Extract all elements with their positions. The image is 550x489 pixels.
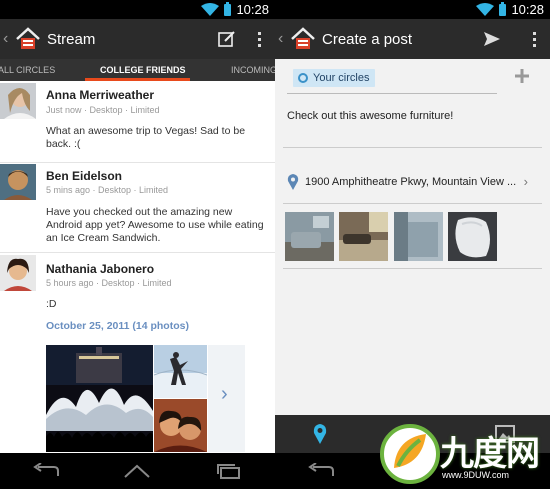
send-icon xyxy=(484,32,500,46)
chevron-right-icon: › xyxy=(221,383,228,405)
create-post-screen: 10:28 ‹ Create a post Your circles Check… xyxy=(275,0,550,489)
attached-photo[interactable] xyxy=(339,212,388,261)
stream-post[interactable]: Nathania Jabonero 5 hours ago · Desktop … xyxy=(0,253,275,453)
watermark-brand: 九度网 xyxy=(440,435,540,473)
post-meta: 5 mins ago · Desktop · Limited xyxy=(46,185,169,195)
nav-recents-icon[interactable] xyxy=(215,463,243,479)
chevron-right-icon: › xyxy=(523,174,528,189)
audience-field[interactable]: Your circles xyxy=(287,66,497,94)
post-text: :D xyxy=(46,298,57,310)
plus-home-icon[interactable] xyxy=(290,26,316,52)
watermark-logo: 九度网 www.9DUW.com xyxy=(380,420,550,486)
status-time: 10:28 xyxy=(511,2,544,17)
album-link[interactable]: October 25, 2011 (14 photos) xyxy=(46,320,189,332)
tab-college-friends[interactable]: COLLEGE FRIENDS xyxy=(100,65,186,75)
nav-back-icon[interactable] xyxy=(32,463,60,479)
plus-home-icon[interactable] xyxy=(15,26,41,52)
location-pin-icon xyxy=(287,174,299,190)
post-text: What an awesome trip to Vegas! Sad to be… xyxy=(46,125,246,150)
up-chevron-icon[interactable]: ‹ xyxy=(3,30,13,48)
location-field[interactable]: 1900 Amphitheatre Pkwy, Mountain View ..… xyxy=(287,170,530,194)
post-text: Have you checked out the amazing new And… xyxy=(46,206,264,244)
circle-tabs: ALL CIRCLES COLLEGE FRIENDS INCOMING xyxy=(0,59,275,81)
location-pin-icon[interactable] xyxy=(313,424,327,444)
attached-photo[interactable] xyxy=(448,212,497,261)
post-meta: 5 hours ago · Desktop · Limited xyxy=(46,278,172,288)
divider xyxy=(283,147,542,148)
divider xyxy=(283,203,542,204)
screen-title: Stream xyxy=(47,30,96,48)
post-author[interactable]: Ben Eidelson xyxy=(46,169,122,183)
circle-chip[interactable]: Your circles xyxy=(293,69,376,87)
action-bar: ‹ Create a post xyxy=(275,19,550,59)
divider xyxy=(283,268,542,269)
battery-icon xyxy=(224,1,232,16)
nav-back-icon[interactable] xyxy=(307,463,335,479)
stream-screen: 10:28 ‹ Stream ALL CIRCLES COLLEGE FRIEN… xyxy=(0,0,275,489)
watermark-leaf-icon xyxy=(380,424,440,484)
action-bar: ‹ Stream xyxy=(0,19,275,59)
add-circle-icon[interactable] xyxy=(514,68,530,84)
nav-home-icon[interactable] xyxy=(123,463,151,479)
tab-all-circles[interactable]: ALL CIRCLES xyxy=(0,65,55,75)
watermark-url: www.9DUW.com xyxy=(442,470,510,480)
battery-icon xyxy=(499,1,507,16)
status-time: 10:28 xyxy=(236,2,269,17)
post-meta: Just now · Desktop · Limited xyxy=(46,105,160,115)
attached-photo[interactable] xyxy=(394,212,443,261)
wifi-icon xyxy=(201,3,220,16)
stream-post[interactable]: Anna Merriweather Just now · Desktop · L… xyxy=(0,81,275,163)
attached-photo[interactable] xyxy=(285,212,334,261)
stream-post[interactable]: Ben Eidelson 5 mins ago · Desktop · Limi… xyxy=(0,163,275,253)
location-text: 1900 Amphitheatre Pkwy, Mountain View ..… xyxy=(305,176,517,188)
system-nav-bar xyxy=(0,453,275,489)
album-photo-snow[interactable] xyxy=(154,345,207,398)
album-photo-friends[interactable] xyxy=(154,399,207,452)
circle-icon xyxy=(298,73,308,83)
overflow-menu-icon xyxy=(532,31,536,47)
overflow-menu-button[interactable] xyxy=(518,19,550,59)
send-button[interactable] xyxy=(476,19,508,59)
tab-incoming[interactable]: INCOMING xyxy=(231,65,275,75)
overflow-menu-icon xyxy=(257,31,261,47)
avatar xyxy=(0,83,36,119)
status-bar: 10:28 xyxy=(275,0,550,19)
circle-chip-label: Your circles xyxy=(313,72,370,84)
album-next-button[interactable]: › xyxy=(208,345,245,452)
screen-title: Create a post xyxy=(322,30,413,48)
post-author[interactable]: Anna Merriweather xyxy=(46,88,154,102)
wifi-icon xyxy=(476,3,495,16)
album-photo-fountain[interactable] xyxy=(46,345,153,452)
status-bar: 10:28 xyxy=(0,0,275,19)
up-chevron-icon[interactable]: ‹ xyxy=(278,30,288,48)
post-text-input[interactable]: Check out this awesome furniture! xyxy=(287,110,453,122)
compose-icon xyxy=(218,31,235,47)
compose-button[interactable] xyxy=(211,19,243,59)
overflow-menu-button[interactable] xyxy=(243,19,275,59)
avatar xyxy=(0,164,36,200)
post-author[interactable]: Nathania Jabonero xyxy=(46,262,154,276)
avatar xyxy=(0,255,36,291)
